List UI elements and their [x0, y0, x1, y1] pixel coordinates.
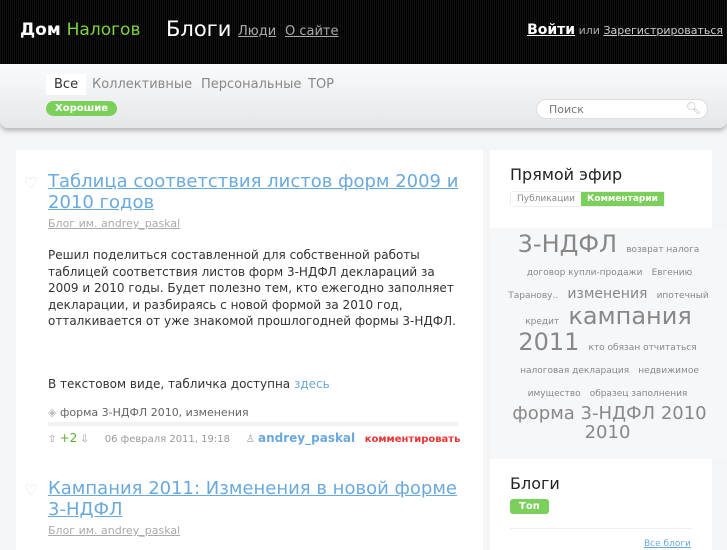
post-list: ♡ Таблица соответствия листов форм 2009 … — [16, 150, 483, 550]
nav-people[interactable]: Люди — [238, 24, 276, 39]
post-link[interactable]: здесь — [294, 377, 330, 391]
filter-good[interactable]: Хорошие — [46, 101, 118, 116]
logo-text-accent: Налогов — [66, 20, 141, 40]
post-title[interactable]: Кампания 2011: Изменения в новой форме 3… — [48, 478, 468, 520]
vote-down-icon[interactable]: ⇩ — [80, 434, 88, 445]
tag-cloud-item[interactable]: кто обязан отчитаться — [589, 343, 697, 353]
sidebar: Прямой эфир Публикации Комментарии 3-НДФЛ… — [490, 150, 727, 550]
post-text-link-line: В текстовом виде, табличка доступна здес… — [48, 376, 458, 393]
favorite-heart-icon[interactable]: ♡ — [24, 174, 37, 192]
tag-cloud: 3-НДФЛ возврат налога договор купли-прод… — [490, 228, 727, 459]
or-text: или — [578, 24, 600, 37]
top-bar: Дом Налогов Блоги Люди О сайте Войти или… — [0, 0, 727, 64]
tab-collective[interactable]: Коллективные — [84, 74, 200, 95]
sub-navigation: Все Коллективные Персональные TOP Хороши… — [0, 64, 727, 128]
post-blog-link[interactable]: Блог им. andrey_paskal — [48, 524, 180, 537]
tag-icon: ◈ — [48, 406, 57, 419]
tab-personal[interactable]: Персональные — [193, 74, 309, 95]
tag-cloud-item[interactable]: форма 3-НДФЛ 2010 2010 — [512, 403, 706, 443]
post-blog-link[interactable]: Блог им. andrey_paskal — [48, 217, 180, 230]
tag-cloud-item[interactable]: образец заполнения — [590, 389, 688, 399]
tag-cloud-item[interactable]: 3-НДФЛ — [518, 230, 617, 258]
search-icon[interactable]: 🔍︎ — [686, 101, 701, 115]
post-date: 06 февраля 2011, 19:18 — [104, 434, 230, 445]
post-tags: ◈ форма 3-НДФЛ 2010, изменения — [48, 406, 249, 419]
site-logo[interactable]: Дом Налогов — [20, 20, 140, 40]
tab-top[interactable]: TOP — [300, 74, 342, 95]
post-text: Решил поделиться составленной для собств… — [48, 248, 456, 328]
all-blogs-link[interactable]: Все блоги — [644, 539, 691, 549]
nav-blogs[interactable]: Блоги — [166, 17, 231, 41]
divider — [48, 422, 458, 426]
tab-top-blogs[interactable]: Топ — [510, 499, 549, 514]
post-meta: ⇧ +2 ⇩ 06 февраля 2011, 19:18 ♙ andrey_p… — [48, 431, 460, 445]
blogs-title: Блоги — [510, 474, 560, 493]
live-tabs: Публикации Комментарии — [510, 191, 665, 207]
author-link[interactable]: andrey_paskal — [258, 431, 355, 445]
vote-up-icon[interactable]: ⇧ — [48, 434, 56, 445]
post-text-2: В текстовом виде, табличка доступна — [48, 377, 291, 391]
nav-about[interactable]: О сайте — [285, 24, 339, 39]
search-placeholder: Поиск — [549, 103, 584, 116]
tag-cloud-item[interactable]: налоговая декларация — [520, 366, 629, 376]
register-link[interactable]: Зарегистрироваться — [603, 24, 723, 37]
post-title[interactable]: Таблица соответствия листов форм 2009 и … — [48, 171, 468, 213]
live-title: Прямой эфир — [510, 165, 623, 184]
vote-count: +2 — [59, 431, 78, 445]
tag-cloud-item[interactable]: изменения — [567, 286, 647, 302]
tab-all[interactable]: Все — [46, 74, 87, 95]
tab-publications[interactable]: Публикации — [511, 192, 581, 206]
tag-cloud-item[interactable]: договор купли-продажи — [527, 268, 643, 278]
auth-links: Войти или Зарегистрироваться — [527, 22, 723, 38]
tags-text[interactable]: форма 3-НДФЛ 2010, изменения — [60, 406, 249, 419]
login-link[interactable]: Войти — [527, 22, 575, 38]
logo-text: Дом — [20, 20, 61, 40]
tab-comments[interactable]: Комментарии — [581, 192, 664, 206]
search-input[interactable]: Поиск 🔍︎ — [536, 99, 708, 119]
favorite-heart-icon[interactable]: ♡ — [24, 481, 37, 499]
user-icon: ♙ — [245, 434, 255, 445]
tag-cloud-item[interactable]: возврат налога — [626, 245, 699, 255]
comment-link[interactable]: комментировать — [365, 434, 461, 445]
divider — [510, 528, 692, 529]
